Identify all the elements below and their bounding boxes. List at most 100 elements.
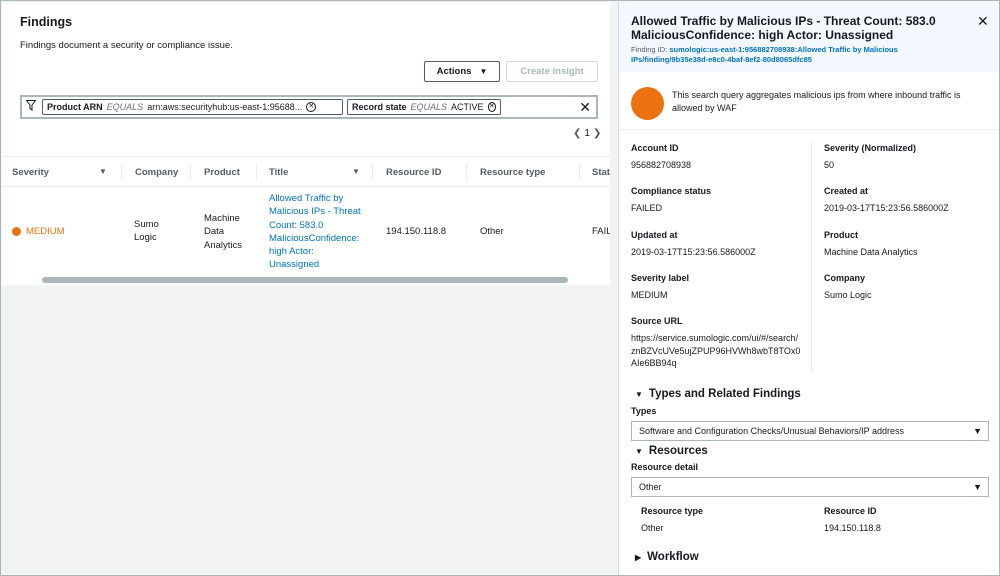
- findings-panel: Findings Findings document a security or…: [2, 2, 610, 575]
- next-page-icon[interactable]: ❯: [593, 128, 601, 139]
- field-value: FAILED: [631, 203, 663, 213]
- table-header: Severity ▼ Company Product Title ▼ Resou…: [2, 156, 610, 187]
- create-insight-label: Create insight: [520, 66, 584, 77]
- resource-detail-select[interactable]: Other ▼: [631, 477, 989, 497]
- column-title[interactable]: Title: [269, 157, 288, 188]
- company-cell: Sumo Logic: [134, 219, 159, 244]
- field-company: Company Sumo Logic: [824, 273, 994, 302]
- actions-label: Actions: [436, 66, 472, 77]
- filter-token-product-arn[interactable]: Product ARN EQUALS arn:aws:securityhub:u…: [42, 99, 343, 115]
- sort-icon[interactable]: ▼: [99, 167, 107, 176]
- field-label: Compliance status: [631, 186, 712, 196]
- source-url-value[interactable]: https://service.sumologic.com/ui/#/searc…: [631, 332, 801, 370]
- page-subtitle: Findings document a security or complian…: [20, 40, 233, 51]
- page-title: Findings: [20, 15, 73, 29]
- close-icon[interactable]: ✕: [977, 13, 989, 30]
- detail-title: Allowed Traffic by Malicious IPs - Threa…: [631, 14, 936, 42]
- remove-filter-icon[interactable]: ✕: [306, 102, 317, 112]
- column-resource-type[interactable]: Resource type: [480, 157, 545, 188]
- product-cell: Machine Data Analytics: [204, 213, 243, 251]
- workflow-section-toggle[interactable]: ▶ Workflow: [635, 551, 699, 563]
- remove-filter-icon[interactable]: ✕: [487, 102, 496, 112]
- resource-type-cell: Other: [480, 226, 504, 237]
- finding-detail-panel: Allowed Traffic by Malicious IPs - Threa…: [618, 2, 999, 575]
- field-label: Created at: [824, 186, 869, 196]
- filter-value: arn:aws:securityhub:us-east-1:95688...: [147, 102, 303, 112]
- field-value: 50: [824, 160, 835, 170]
- table-row[interactable]: MEDIUM Sumo Logic Machine Data Analytics…: [2, 187, 610, 275]
- horizontal-scrollbar[interactable]: [2, 275, 610, 285]
- field-resource-type: Resource type Other: [641, 506, 811, 535]
- field-value: Machine Data Analytics: [824, 247, 918, 257]
- field-value: 956882708938: [631, 160, 692, 170]
- column-divider: [121, 164, 122, 181]
- page-number[interactable]: 1: [584, 128, 590, 139]
- finding-title-link[interactable]: Allowed Traffic by Malicious IPs - Threa…: [269, 192, 363, 272]
- filter-field: Product ARN: [47, 102, 103, 112]
- sort-icon[interactable]: ▼: [352, 167, 360, 176]
- divider: [619, 129, 999, 130]
- caret-down-icon: ▼: [973, 482, 982, 492]
- finding-id-label: Finding ID:: [631, 45, 668, 54]
- section-title: Resources: [648, 445, 708, 457]
- field-severity-label: Severity label MEDIUM: [631, 273, 801, 302]
- field-label: Company: [824, 273, 866, 283]
- types-select[interactable]: Software and Configuration Checks/Unusua…: [631, 421, 989, 441]
- field-label: Product: [824, 230, 859, 240]
- select-value: Software and Configuration Checks/Unusua…: [639, 426, 904, 436]
- field-value: MEDIUM: [631, 290, 668, 300]
- filter-token-record-state[interactable]: Record state EQUALS ACTIVE ✕: [347, 99, 501, 115]
- column-divider: [579, 164, 580, 181]
- field-label: Resource ID: [824, 506, 877, 516]
- column-product[interactable]: Product: [204, 157, 240, 188]
- column-divider: [811, 142, 812, 372]
- app-frame: Findings Findings document a security or…: [0, 0, 1000, 576]
- create-insight-button[interactable]: Create insight: [506, 61, 598, 82]
- caret-down-icon: ▼: [635, 389, 643, 399]
- column-resource-id[interactable]: Resource ID: [386, 157, 441, 188]
- detail-header: Allowed Traffic by Malicious IPs - Threa…: [619, 2, 999, 72]
- field-compliance-status: Compliance status FAILED: [631, 186, 801, 215]
- pagination: ❮ 1 ❯: [573, 128, 601, 139]
- filter-icon: [25, 100, 38, 114]
- field-value: Other: [641, 523, 664, 533]
- filter-field: Record state: [352, 102, 407, 112]
- field-value: 2019-03-17T15:23:56.586000Z: [631, 247, 756, 257]
- resources-section-toggle[interactable]: ▼ Resources: [635, 445, 708, 457]
- select-value: Other: [639, 482, 662, 492]
- field-label: Severity label: [631, 273, 690, 283]
- column-status[interactable]: Stat: [592, 157, 610, 188]
- filter-operator: EQUALS: [106, 102, 144, 112]
- severity-value: MEDIUM: [26, 226, 65, 237]
- prev-page-icon[interactable]: ❮: [573, 128, 581, 139]
- caret-down-icon: ▼: [635, 446, 643, 456]
- status-cell: FAILE: [592, 226, 610, 237]
- field-created-at: Created at 2019-03-17T15:23:56.586000Z: [824, 186, 994, 215]
- field-label: Resource type: [641, 506, 704, 516]
- field-label: Account ID: [631, 143, 679, 153]
- scrollbar-thumb[interactable]: [42, 277, 568, 283]
- types-section-toggle[interactable]: ▼ Types and Related Findings: [635, 388, 801, 400]
- field-label: Updated at: [631, 230, 678, 240]
- caret-down-icon: ▼: [479, 67, 488, 76]
- filter-operator: EQUALS: [410, 102, 448, 112]
- field-value: 2019-03-17T15:23:56.586000Z: [824, 203, 949, 213]
- caret-down-icon: ▼: [973, 426, 982, 436]
- field-label: Severity (Normalized): [824, 143, 917, 153]
- field-value: 194.150.118.8: [824, 523, 881, 533]
- finding-id-value: sumologic:us-east-1:956882708938:Allowed…: [631, 45, 898, 64]
- company-logo-icon: [631, 87, 664, 120]
- actions-button[interactable]: Actions ▼: [424, 61, 500, 82]
- caret-right-icon: ▶: [635, 552, 642, 562]
- section-title: Types and Related Findings: [648, 388, 801, 400]
- clear-filters-icon[interactable]: ✕: [579, 99, 591, 116]
- types-label: Types: [631, 406, 657, 416]
- filter-bar[interactable]: Product ARN EQUALS arn:aws:securityhub:u…: [20, 95, 598, 119]
- column-company[interactable]: Company: [135, 157, 178, 188]
- resource-id-cell: 194.150.118.8: [386, 226, 447, 237]
- column-severity[interactable]: Severity: [12, 157, 49, 188]
- findings-card: Findings Findings document a security or…: [2, 2, 610, 285]
- field-account-id: Account ID 956882708938: [631, 143, 801, 172]
- field-resource-id: Resource ID 194.150.118.8: [824, 506, 994, 535]
- filter-value: ACTIVE: [451, 102, 484, 112]
